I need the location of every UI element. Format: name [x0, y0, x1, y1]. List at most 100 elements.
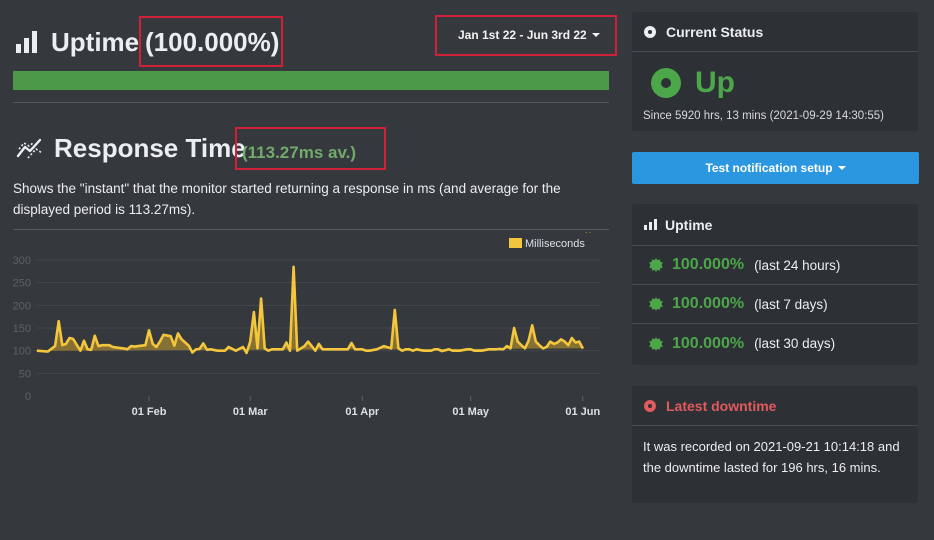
latest-downtime-panel: Latest downtime It was recorded on 2021-…: [632, 386, 918, 503]
data-point: [506, 345, 508, 347]
chart-svg: 0 50 100 150 200 250 300 01 Feb 01 Mar 01 Apr 01 M…: [13, 232, 600, 418]
uptime-item: 100.000% (last 24 hours): [632, 246, 918, 285]
current-status-panel: Current Status Up Since 5920 hrs, 13 min…: [632, 12, 918, 131]
data-point: [434, 348, 436, 350]
data-point: [274, 348, 277, 350]
data-point: [47, 351, 49, 353]
data-point: [242, 346, 244, 348]
status-indicator: Up: [643, 66, 908, 100]
data-point: [72, 338, 74, 340]
data-point: [209, 348, 212, 350]
data-point: [448, 348, 450, 350]
latest-downtime-title: Latest downtime: [666, 397, 777, 414]
data-point: [376, 348, 378, 350]
data-point: [495, 348, 497, 350]
divider: [13, 102, 609, 103]
y-tick-label: 300: [13, 255, 31, 267]
data-point: [397, 347, 399, 349]
response-time-description: Shows the "instant" that the monitor sta…: [13, 181, 561, 217]
data-point: [148, 329, 150, 331]
data-point: [321, 348, 324, 350]
data-point: [170, 335, 172, 337]
data-point: [415, 348, 418, 350]
date-range-dropdown[interactable]: Jan 1st 22 - Jun 3rd 22: [448, 22, 610, 48]
data-point: [285, 341, 287, 344]
caret-down-icon: [591, 33, 600, 37]
data-point: [181, 338, 183, 340]
data-point: [246, 352, 248, 354]
data-point: [282, 348, 284, 350]
bar-chart-icon: [644, 219, 657, 230]
data-point: [108, 344, 110, 346]
uptime-item-percent: 100.000%: [672, 295, 745, 312]
test-notification-button[interactable]: Test notification setup: [632, 152, 919, 184]
data-point: [553, 343, 555, 345]
data-point: [79, 350, 81, 352]
uptime-progress-bar: [13, 71, 609, 90]
data-point: [578, 341, 580, 343]
data-point: [394, 309, 396, 311]
bar-chart-icon: [16, 31, 37, 53]
data-point: [343, 348, 345, 350]
data-point: [444, 349, 446, 351]
main-column: Uptime (100.000%) Jan 1st 22 - Jun 3rd 2…: [0, 0, 620, 540]
data-point: [481, 350, 483, 352]
data-point: [509, 347, 512, 349]
downtime-dot-icon: [644, 399, 656, 412]
data-point: [115, 346, 118, 349]
uptime-item-period: (last 30 days): [754, 336, 836, 351]
data-point: [452, 350, 454, 352]
response-time-average: (113.27ms av.): [242, 143, 357, 162]
data-point: [567, 344, 569, 346]
data-point: [228, 346, 230, 348]
data-point: [470, 348, 472, 350]
data-point: [459, 350, 461, 352]
data-point: [134, 346, 136, 348]
data-point: [365, 350, 367, 352]
data-point: [332, 348, 334, 350]
data-point: [441, 350, 443, 352]
data-point: [538, 344, 541, 346]
data-point: [368, 350, 371, 352]
data-point: [318, 343, 320, 345]
data-point: [488, 348, 490, 350]
data-point: [408, 348, 410, 350]
data-point: [123, 347, 125, 349]
caret-down-icon: [837, 166, 846, 170]
uptime-item-period: (last 7 days): [754, 296, 828, 312]
data-point: [162, 334, 165, 336]
y-tick-label: 50: [19, 368, 31, 380]
up-circle-icon: [651, 68, 681, 98]
data-point: [437, 348, 439, 350]
badge-check-icon: [649, 258, 663, 272]
data-point: [571, 337, 573, 339]
uptime-heading: Uptime: [16, 24, 139, 60]
x-tick-label: 01 Jun: [565, 406, 600, 418]
data-point: [65, 343, 67, 345]
data-point: [303, 345, 306, 347]
data-point: [524, 347, 526, 349]
data-point: [549, 341, 551, 343]
data-point: [535, 341, 537, 343]
data-point: [155, 346, 157, 348]
data-point: [195, 348, 197, 350]
line-chart-icon: [16, 138, 43, 159]
data-point: [68, 337, 71, 339]
data-point: [271, 348, 273, 350]
data-point: [520, 344, 522, 346]
current-status-header: Current Status: [632, 12, 918, 52]
data-point: [466, 348, 468, 350]
data-point: [585, 232, 587, 233]
data-point: [307, 341, 309, 343]
data-point: [293, 266, 295, 268]
data-point: [564, 341, 566, 343]
data-point: [405, 348, 407, 350]
data-point: [354, 348, 356, 350]
data-point: [574, 341, 577, 344]
data-point: [517, 341, 519, 343]
data-point: [430, 350, 432, 352]
uptime-item: 100.000% (last 7 days): [632, 285, 918, 324]
data-point: [412, 350, 414, 352]
uptime-item: 100.000% (last 30 days): [632, 324, 918, 363]
data-point: [340, 348, 342, 350]
